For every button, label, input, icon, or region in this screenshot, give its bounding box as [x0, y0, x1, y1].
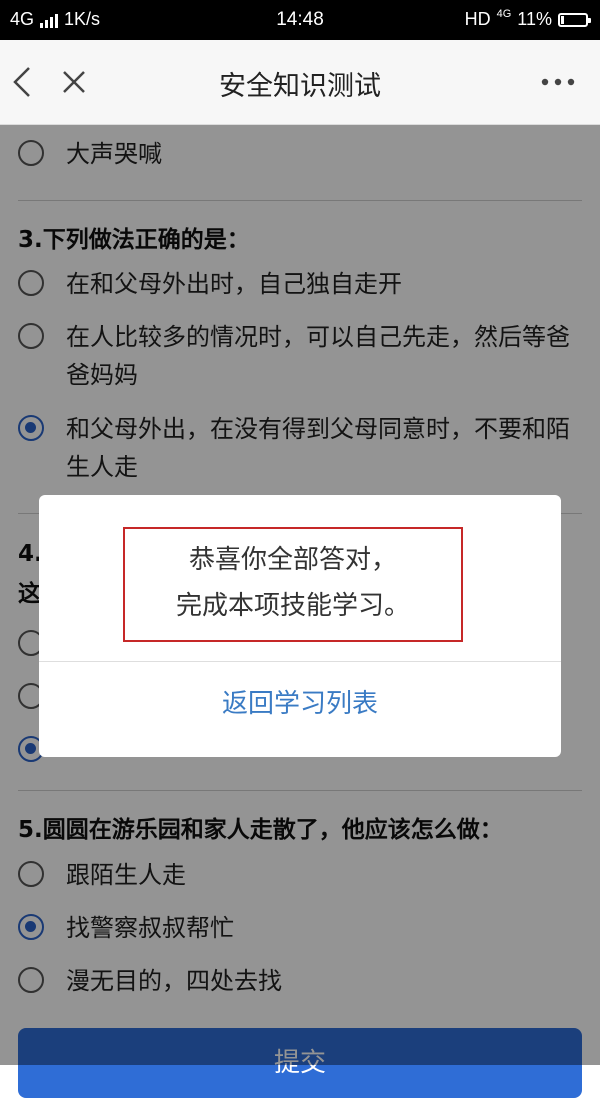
nav-bar: 安全知识测试	[0, 40, 600, 125]
return-to-list-button[interactable]: 返回学习列表	[39, 662, 561, 757]
more-dots-icon[interactable]	[538, 62, 578, 102]
status-bar: 4G 1K/s 14:48 HD 4G 11%	[0, 0, 600, 40]
battery-icon	[558, 12, 591, 27]
result-message-line2: 完成本项技能学习。	[175, 591, 410, 621]
network-type-right: 4G	[496, 7, 512, 20]
battery-percent: 11%	[517, 9, 552, 29]
hd-label: HD	[464, 9, 491, 29]
result-message: 恭喜你全部答对， 完成本项技能学习。	[123, 527, 463, 642]
result-message-line1: 恭喜你全部答对，	[188, 545, 397, 575]
result-dialog: 恭喜你全部答对， 完成本项技能学习。 返回学习列表	[39, 495, 561, 757]
page-title: 安全知识测试	[219, 71, 381, 102]
